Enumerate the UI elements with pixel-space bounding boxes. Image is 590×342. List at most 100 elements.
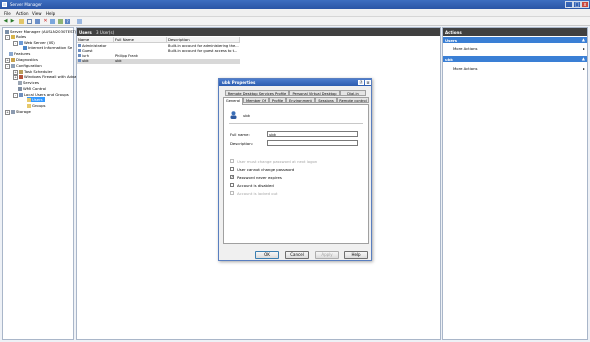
users-count: 3 User(s) [96,30,115,35]
forward-icon[interactable]: ▶ [10,19,15,24]
submenu-arrow-icon: ▸ [583,46,585,51]
actions-pane: Actions Users ▲ More Actions ▸ ubk ▲ More A… [442,27,588,340]
tree-node-roles[interactable]: - Roles [5,34,26,40]
help-button[interactable]: Help [344,251,368,259]
tree-node-configuration[interactable]: - Configuration [5,63,42,69]
export-icon[interactable] [58,19,63,24]
up-icon[interactable] [19,19,24,24]
refresh-icon[interactable] [50,19,55,24]
general-tab-panel: ubk Full name: ubk Description: User mus… [223,104,369,244]
submenu-arrow-icon: ▸ [583,66,585,71]
tab-remote-desktop-profile[interactable]: Remote Desktop Services Profile [225,90,289,96]
maximize-button[interactable]: □ [573,1,581,8]
dialog-help-button[interactable]: ? [358,80,364,85]
users-groups-icon [19,92,23,97]
wmi-icon [18,86,22,91]
iis-icon [23,45,27,50]
close-button[interactable]: x [581,1,589,8]
ok-button[interactable]: OK [255,251,279,259]
services-icon [18,80,22,85]
tab-profile[interactable]: Profile [269,97,286,103]
tab-sessions[interactable]: Sessions [315,97,337,103]
description-label: Description: [230,141,253,146]
properties-icon[interactable] [35,19,40,24]
storage-icon [11,109,15,114]
table-row-selected[interactable]: ubk ubk [77,59,240,64]
menu-view[interactable]: View [32,11,42,16]
tree-node-groups[interactable]: Groups [27,103,46,108]
configuration-icon [11,63,15,68]
account-disabled-label: Account is disabled [237,183,274,188]
description-input[interactable] [267,140,358,146]
show-hide-tree-icon[interactable] [27,19,32,24]
folder-icon [27,97,31,102]
column-header-description[interactable]: Description [167,37,240,43]
tab-environment[interactable]: Environment [286,97,315,103]
tree-node-storage[interactable]: + Storage [5,109,31,115]
account-locked-out-checkbox[interactable] [230,191,234,195]
full-name-label: Full name: [230,132,250,137]
column-header-name[interactable]: Name [77,37,114,43]
help-icon[interactable]: ? [65,19,70,24]
dialog-title-bar: ubk Properties ? x [219,79,371,86]
back-icon[interactable]: ◀ [3,19,8,24]
user-icon [78,49,81,52]
column-header-full-name[interactable]: Full Name [114,37,167,43]
collapse-up-icon[interactable]: ▲ [582,37,585,42]
actions-section-users[interactable]: Users ▲ [443,37,587,43]
actions-header: Actions [443,28,587,36]
users-pane-title: Users [79,30,92,35]
diagnostics-icon [11,57,15,62]
users-icon[interactable] [77,19,82,24]
dialog-title: ubk Properties [222,80,256,85]
tree-node-diagnostics[interactable]: + Diagnostics [5,57,38,63]
cannot-change-password-checkbox[interactable] [230,167,234,171]
console-tree: Server Manager (AUSLN2030TEST) - Roles -W… [2,27,76,340]
collapse-icon[interactable]: - [13,93,18,98]
features-icon [9,51,13,56]
more-actions-ubk[interactable]: More Actions ▸ [453,66,585,71]
server-manager-icon [2,2,7,7]
must-change-password-checkbox[interactable] [230,159,234,163]
tree-node-firewall[interactable]: + Windows Firewall with Adva [13,74,76,80]
tree-node-iis[interactable]: Internet Information Se [23,45,72,50]
tab-remote-control[interactable]: Remote control [337,97,369,103]
collapse-icon[interactable]: - [5,35,10,40]
window-title-bar: Server Manager _ □ x [0,0,590,9]
menu-help[interactable]: Help [46,11,55,16]
collapse-up-icon[interactable]: ▲ [582,56,585,61]
password-never-expires-label: Password never expires [237,175,282,180]
tab-personal-virtual-desktop[interactable]: Personal Virtual Desktop [289,90,340,96]
user-icon [78,54,81,57]
cancel-button[interactable]: Cancel [285,251,309,259]
delete-icon[interactable]: ✕ [43,19,48,24]
more-actions-users[interactable]: More Actions ▸ [453,46,585,51]
full-name-input[interactable]: ubk [267,131,358,137]
tab-dial-in[interactable]: Dial-in [340,90,366,96]
dialog-close-button[interactable]: x [365,80,371,85]
tab-member-of[interactable]: Member Of [243,97,269,103]
menu-action[interactable]: Action [16,11,29,16]
menu-bar: File Action View Help [0,9,590,17]
minimize-button[interactable]: _ [565,1,573,8]
roles-icon [11,34,15,39]
tree-node-services[interactable]: Services [18,80,39,85]
account-disabled-checkbox[interactable] [230,183,234,187]
tree-node-features[interactable]: Features [9,51,30,56]
collapse-icon[interactable]: - [13,41,18,46]
user-icon [78,44,81,47]
tree-node-users[interactable]: Users [27,97,45,102]
apply-button[interactable]: Apply [315,251,339,259]
web-server-icon [19,40,23,45]
toolbar: ◀ ▶ ✕ ? [0,17,590,26]
password-never-expires-checkbox[interactable]: ✓ [230,175,234,179]
collapse-icon[interactable]: - [5,64,10,69]
expand-icon[interactable]: + [5,110,10,115]
user-icon [78,59,81,62]
actions-section-ubk[interactable]: ubk ▲ [443,56,587,62]
properties-dialog: ubk Properties ? x Remote Desktop Servic… [218,78,372,261]
menu-file[interactable]: File [4,11,11,16]
tab-general[interactable]: General [223,97,243,105]
tree-node-wmi-control[interactable]: WMI Control [18,86,46,91]
task-scheduler-icon [19,69,23,74]
